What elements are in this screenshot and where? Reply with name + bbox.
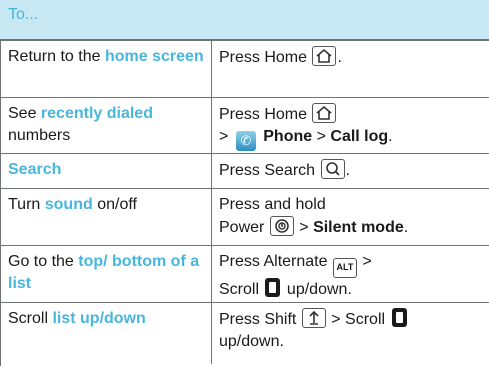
action-cell: Press Home > ✆ Phone > Call log. — [219, 103, 484, 151]
task-highlight: Search — [8, 161, 62, 178]
task-text: Return to the — [8, 48, 105, 65]
header-label: To... — [8, 6, 39, 23]
table-row: Scroll list up/down Press Shift > Scroll… — [0, 303, 489, 364]
phone-icon: ✆ — [235, 131, 256, 151]
task-cell: Scroll list up/down — [8, 310, 146, 327]
action-text: Press Home — [219, 49, 308, 66]
table-row: Go to the top/ bottom of a list Press Al… — [0, 246, 489, 303]
home-icon — [312, 103, 337, 123]
action-cell: Press Alternate ALT > Scroll up/down. — [219, 253, 372, 298]
action-cell: Press and hold Power > Silent mode. — [219, 196, 409, 236]
table-header: To... — [0, 0, 489, 41]
search-icon — [320, 159, 345, 179]
column-divider — [211, 98, 212, 153]
task-cell: Go to the top/ bottom of a list — [8, 253, 200, 292]
call-log-label: Call log — [330, 128, 389, 145]
task-highlight: home screen — [104, 48, 204, 65]
table-row: See recently dialed numbers Press Home >… — [0, 98, 489, 154]
scroll-ball-icon — [265, 278, 281, 297]
table-row: Search Press Search . — [0, 154, 489, 189]
shortcut-table: To... Return to the home screen Press Ho… — [0, 0, 489, 366]
task-highlight: list up/down — [52, 310, 146, 327]
column-divider — [211, 303, 212, 364]
action-cell: Press Home . — [219, 46, 484, 69]
column-divider — [211, 246, 212, 302]
task-highlight: recently dialed — [40, 105, 153, 122]
task-cell: Return to the home screen — [8, 46, 208, 68]
column-divider — [211, 154, 212, 188]
task-cell: See recently dialed numbers — [8, 105, 153, 144]
table-row: Turn sound on/off Press and hold Power >… — [0, 189, 489, 246]
table-row: Return to the home screen Press Home . — [0, 41, 489, 98]
column-divider — [211, 41, 212, 97]
task-cell: Search — [8, 159, 208, 181]
column-divider — [211, 189, 212, 245]
task-cell: Turn sound on/off — [8, 196, 137, 213]
power-icon — [269, 216, 294, 236]
action-cell: Press Shift > Scroll up/down. — [219, 308, 484, 353]
action-cell: Press Search . — [219, 159, 484, 182]
task-highlight: sound — [44, 196, 93, 213]
scroll-ball-icon — [391, 308, 407, 327]
alt-key-icon: ALT — [332, 258, 357, 278]
silent-mode-label: Silent mode — [313, 219, 404, 236]
phone-label: Phone — [263, 128, 313, 145]
shift-arrow-icon — [301, 308, 326, 328]
home-icon — [312, 46, 337, 66]
